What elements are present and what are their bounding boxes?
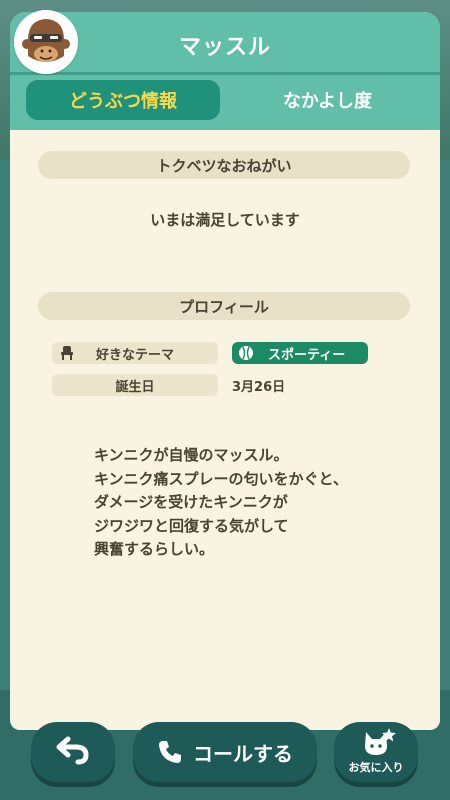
favorite-theme-label-box: 好きなテーマ bbox=[52, 342, 218, 364]
call-button-label: コールする bbox=[193, 741, 293, 766]
baseball-icon bbox=[238, 345, 254, 361]
favorite-button-label: お気に入り bbox=[348, 760, 404, 774]
description-line: ジワジワと回復する気がして bbox=[94, 516, 289, 535]
description-line: 興奮するらしい。 bbox=[94, 540, 215, 558]
favorite-theme-value: スポーティー bbox=[268, 347, 346, 363]
star-icon bbox=[382, 728, 396, 745]
description-line: キンニクが自慢のマッスル。 bbox=[94, 446, 289, 464]
description-line: ダメージを受けたキンニクが bbox=[94, 493, 288, 511]
villager-avatar bbox=[14, 10, 78, 74]
favorite-button[interactable]: お気に入り bbox=[334, 722, 418, 782]
chair-icon bbox=[60, 345, 74, 365]
header-divider bbox=[10, 72, 440, 75]
villager-info-card: マッスル どうぶつ情報 なかよし度 トクベツなおねがい いまは満足しています プ… bbox=[10, 12, 440, 730]
call-button[interactable]: コールする bbox=[133, 722, 317, 782]
favorite-theme-badge: スポーティー bbox=[232, 342, 368, 364]
tab-friendship[interactable]: なかよし度 bbox=[245, 80, 410, 120]
villager-description: キンニクが自慢のマッスル。 キンニク痛スプレーの匂いをかぐと、 ダメージを受けた… bbox=[94, 444, 394, 562]
tab-animal-info[interactable]: どうぶつ情報 bbox=[26, 80, 220, 120]
favorite-theme-label: 好きなテーマ bbox=[95, 347, 174, 363]
birthday-label: 誕生日 bbox=[52, 374, 218, 396]
special-request-heading: トクベツなおねがい bbox=[38, 151, 410, 179]
back-button[interactable] bbox=[31, 722, 115, 782]
undo-arrow-icon bbox=[56, 735, 90, 769]
special-request-status: いまは満足しています bbox=[150, 211, 300, 229]
description-line: キンニク痛スプレーの匂いをかぐと、 bbox=[94, 469, 348, 488]
phone-icon bbox=[157, 739, 183, 765]
profile-heading: プロフィール bbox=[38, 292, 410, 320]
birthday-value: 3月26日 bbox=[232, 379, 286, 395]
